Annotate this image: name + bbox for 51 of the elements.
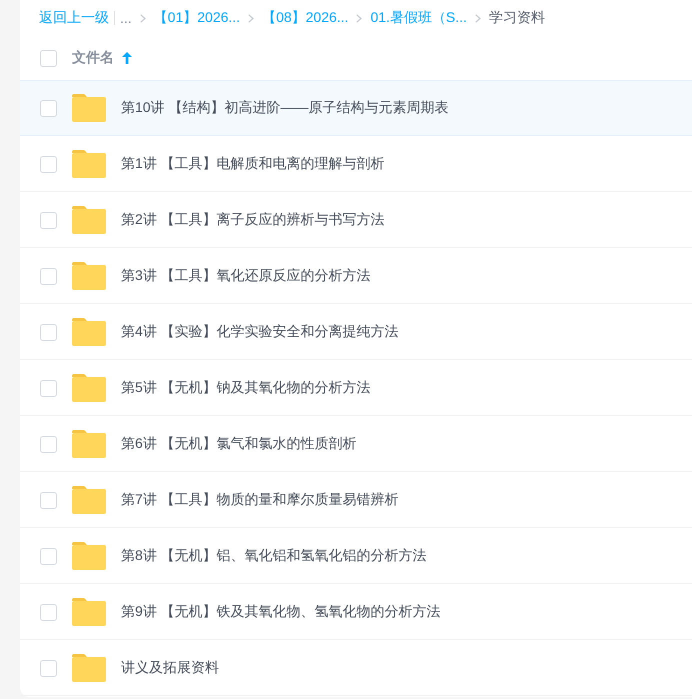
chevron-icon [474,14,481,22]
checkbox[interactable] [40,100,57,116]
file-name[interactable]: 第9讲 【无机】铁及其氧化物、氢氧化物的分析方法 [121,603,441,621]
chevron-icon [248,14,254,22]
file-row[interactable]: 第3讲 【工具】氧化还原反应的分析方法 [20,248,692,304]
checkbox[interactable] [40,604,57,620]
folder-icon [72,542,106,570]
folder-icon [72,94,106,122]
file-row[interactable]: 第9讲 【无机】铁及其氧化物、氢氧化物的分析方法 [20,584,692,640]
file-name[interactable]: 第4讲 【实验】化学实验安全和分离提纯方法 [121,323,399,341]
checkbox[interactable] [40,380,57,396]
file-name[interactable]: 第10讲 【结构】初高进阶——原子结构与元素周期表 [121,99,448,117]
folder-icon [72,486,106,514]
folder-icon [72,150,106,178]
file-row[interactable]: 第1讲 【工具】电解质和电离的理解与剖析 [20,136,692,192]
file-name[interactable]: 第1讲 【工具】电解质和电离的理解与剖析 [121,155,385,173]
chevron-icon [140,14,146,22]
file-row[interactable]: 讲义及拓展资料 [20,640,692,696]
file-row[interactable]: 第10讲 【结构】初高进阶——原子结构与元素周期表 [20,80,692,136]
folder-icon [72,206,106,234]
file-name[interactable]: 第7讲 【工具】物质的量和摩尔质量易错辨析 [121,491,399,509]
file-name[interactable]: 讲义及拓展资料 [121,659,219,677]
checkbox[interactable] [40,436,57,452]
folder-icon [72,430,106,458]
checkbox[interactable] [40,212,57,228]
file-row[interactable]: 第5讲 【无机】钠及其氧化物的分析方法 [20,360,692,416]
folder-icon [72,654,106,682]
file-row[interactable]: 第8讲 【无机】铝、氧化铝和氢氧化铝的分析方法 [20,528,692,584]
file-name[interactable]: 第5讲 【无机】钠及其氧化物的分析方法 [121,379,371,397]
checkbox[interactable] [40,156,57,172]
checkbox[interactable] [40,660,57,676]
checkbox[interactable] [40,268,57,284]
folder-icon [72,374,106,402]
breadcrumb-ellipsis[interactable]: ... [120,10,132,26]
folder-icon [72,598,106,626]
file-name[interactable]: 第2讲 【工具】离子反应的辨析与书写方法 [121,211,385,229]
checkbox[interactable] [40,492,57,508]
file-name[interactable]: 第6讲 【无机】氯气和氯水的性质剖析 [121,435,357,453]
breadcrumb-current: 学习资料 [488,9,545,27]
file-name[interactable]: 第3讲 【工具】氧化还原反应的分析方法 [121,267,371,285]
file-row[interactable]: 第6讲 【无机】氯气和氯水的性质剖析 [20,416,692,472]
chevron-icon [356,14,362,22]
file-row[interactable]: 第2讲 【工具】离子反应的辨析与书写方法 [20,192,692,248]
checkbox[interactable] [40,324,57,340]
file-name[interactable]: 第8讲 【无机】铝、氧化铝和氢氧化铝的分析方法 [121,547,427,565]
file-row[interactable]: 第7讲 【工具】物质的量和摩尔质量易错辨析 [20,472,692,528]
file-row[interactable]: 第4讲 【实验】化学实验安全和分离提纯方法 [20,304,692,360]
checkbox[interactable] [40,548,57,564]
folder-icon [72,318,106,346]
checkbox[interactable] [40,50,57,66]
folder-icon [72,262,106,290]
